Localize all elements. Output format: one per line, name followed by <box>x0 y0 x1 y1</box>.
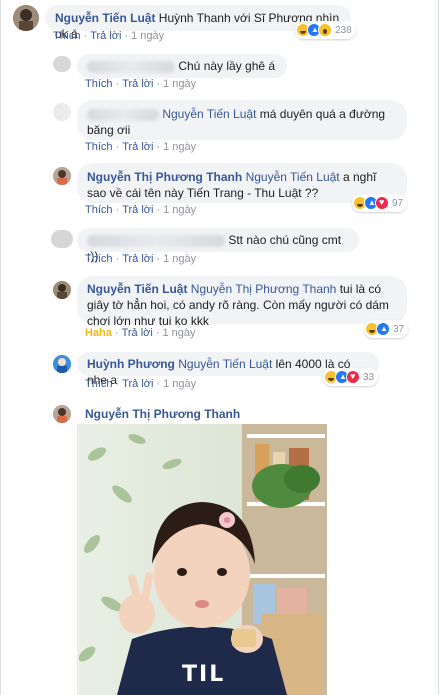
like-link[interactable]: Thích <box>85 204 113 216</box>
reply-link[interactable]: Trả lời <box>122 141 153 153</box>
timestamp[interactable]: 1 ngày <box>163 78 196 90</box>
avatar[interactable] <box>53 103 71 121</box>
like-link[interactable]: Thích <box>85 141 113 153</box>
comment-bubble: Nguyễn Tiến Luật má duyên quá a đường bă… <box>77 100 407 140</box>
avatar[interactable] <box>53 355 71 373</box>
reply-link[interactable]: Trả lời <box>122 204 153 216</box>
timestamp[interactable]: 1 ngày <box>131 30 164 42</box>
timestamp[interactable]: 1 ngày <box>163 204 196 216</box>
comment-author[interactable]: Nguyễn Thị Phương Thanh <box>85 407 240 421</box>
avatar-photo-icon <box>13 5 39 31</box>
avatar[interactable] <box>53 56 71 72</box>
comment-actions: Thích · Trả lời · 1 ngày <box>85 141 197 153</box>
love-icon <box>346 370 360 384</box>
love-icon <box>375 196 389 210</box>
comment-bubble: Chú này lầy ghê á <box>77 54 287 78</box>
reaction-summary[interactable]: 97 <box>352 194 408 212</box>
timestamp[interactable]: 1 ngày <box>163 141 196 153</box>
avatar[interactable] <box>53 405 71 423</box>
mention-link[interactable]: Nguyễn Tiến Luật <box>246 170 340 184</box>
blurred-author-name <box>87 234 225 247</box>
comment-author[interactable]: Nguyễn Tiến Luật <box>55 11 155 25</box>
comment-actions: Haha · Trả lời · 1 ngày <box>85 327 196 339</box>
reaction-count: 238 <box>335 24 352 36</box>
avatar-photo-icon <box>53 167 71 185</box>
comment-actions: Thích · Trả lời · 1 ngày <box>85 204 197 216</box>
blurred-author-name <box>87 60 175 73</box>
comment-author[interactable]: Nguyễn Thị Phương Thanh <box>87 170 242 184</box>
like-link[interactable]: Thích <box>85 378 113 390</box>
haha-reacted-link[interactable]: Haha <box>85 327 112 339</box>
comment-actions: Thích · Trả lời · 1 ngày <box>85 253 197 265</box>
wow-icon <box>318 23 332 37</box>
comment-thread: Nguyễn Tiến Luật Huỳnh Thanh với Sĩ Phươ… <box>0 0 439 695</box>
comment-actions: Thích · Trả lời · 1 ngày <box>85 378 197 390</box>
avatar-photo-icon <box>53 355 71 373</box>
comment-author[interactable]: Huỳnh Phương <box>87 357 175 371</box>
like-link[interactable]: Thích <box>85 253 113 265</box>
comment-actions: Thích · Trả lời · 1 ngày <box>53 30 165 42</box>
timestamp[interactable]: 1 ngày <box>163 378 196 390</box>
reaction-summary[interactable]: 238 <box>295 21 356 39</box>
mention-link[interactable]: Nguyễn Tiến Luật <box>178 357 272 371</box>
timestamp[interactable]: 1 ngày <box>163 253 196 265</box>
reaction-summary[interactable]: 33 <box>323 368 379 386</box>
reply-link[interactable]: Trả lời <box>122 327 153 339</box>
comment-text: Chú này lầy ghê á <box>178 59 276 73</box>
avatar-photo-icon <box>53 405 71 423</box>
shirt-text: TIL <box>182 662 226 687</box>
like-icon <box>376 322 390 336</box>
reaction-summary[interactable]: 37 <box>364 320 409 338</box>
comment-bubble: Stt nào chú cũng cmt :)) <box>77 228 359 263</box>
avatar[interactable] <box>53 167 71 185</box>
comment-author[interactable]: Nguyễn Tiến Luật <box>87 282 187 296</box>
reply-link[interactable]: Trả lời <box>122 78 153 90</box>
avatar[interactable] <box>51 230 73 248</box>
like-link[interactable]: Thích <box>53 30 81 42</box>
reaction-count: 97 <box>392 197 404 209</box>
comment-actions: Thích · Trả lời · 1 ngày <box>85 78 197 90</box>
avatar[interactable] <box>53 281 71 299</box>
like-link[interactable]: Thích <box>85 78 113 90</box>
avatar-photo-icon <box>53 281 71 299</box>
reply-link[interactable]: Trả lời <box>122 378 153 390</box>
reaction-count: 37 <box>393 323 405 335</box>
blurred-author-name <box>87 108 159 121</box>
mention-link[interactable]: Nguyễn Tiến Luật <box>162 107 256 121</box>
reaction-count: 33 <box>363 371 375 383</box>
reply-link[interactable]: Trả lời <box>122 253 153 265</box>
comment-bubble: Nguyễn Tiến Luật Nguyễn Thị Phương Thanh… <box>77 276 407 328</box>
mention-link[interactable]: Nguyễn Thị Phương Thanh <box>191 282 337 296</box>
timestamp[interactable]: 1 ngày <box>163 327 196 339</box>
avatar[interactable] <box>13 5 39 31</box>
reply-link[interactable]: Trả lời <box>90 30 121 42</box>
photo-of-toddler-waving <box>77 424 327 695</box>
comment-photo[interactable]: TIL <box>77 424 327 695</box>
